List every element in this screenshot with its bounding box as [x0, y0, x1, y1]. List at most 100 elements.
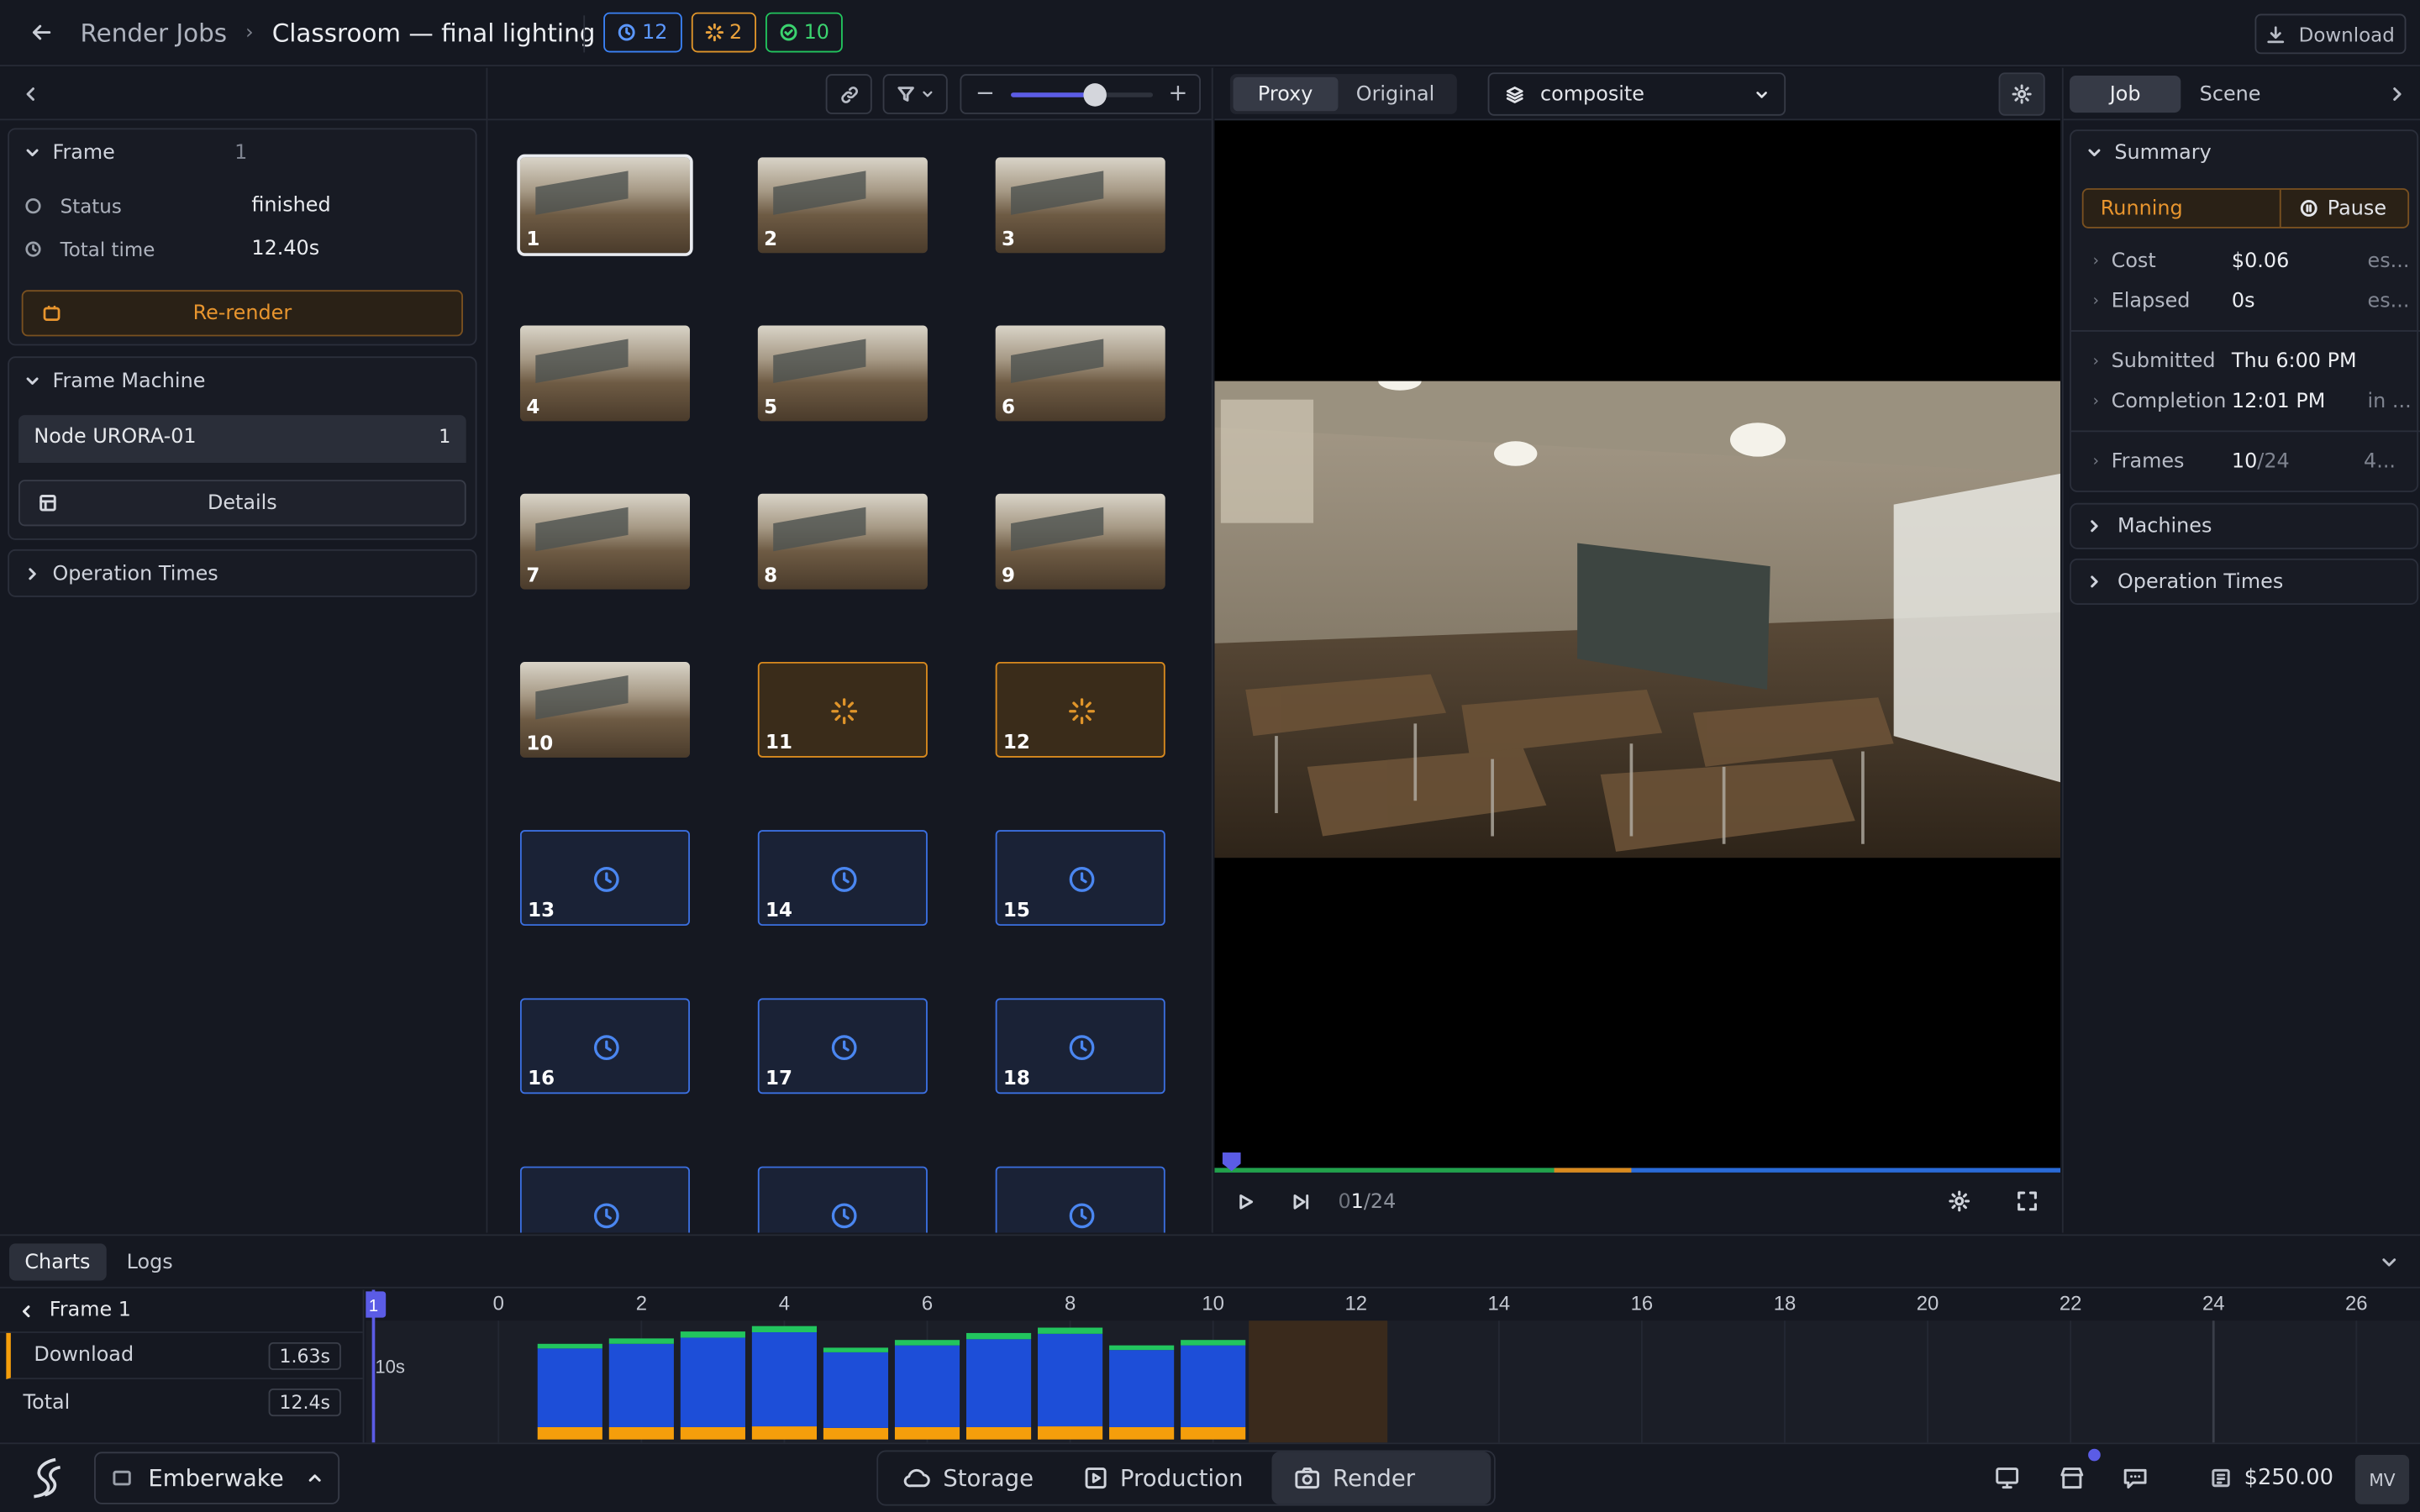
store-icon[interactable] — [2059, 1466, 2085, 1490]
tab-charts[interactable]: Charts — [9, 1243, 106, 1281]
node-count: 1 — [439, 425, 451, 448]
frame-thumbnail[interactable]: 4 — [519, 325, 691, 422]
tab-job[interactable]: Job — [2070, 75, 2181, 113]
collapse-panel-button[interactable] — [0, 68, 488, 121]
bar-segment — [537, 1343, 602, 1349]
tab-proxy[interactable]: Proxy — [1233, 76, 1338, 112]
frame-thumbnail[interactable]: 15 — [995, 830, 1165, 927]
monitor-icon[interactable] — [1994, 1466, 2020, 1490]
project-switcher[interactable]: Emberwake — [94, 1452, 340, 1504]
collapse-panel-icon[interactable] — [2380, 1252, 2398, 1271]
frame-thumbnail[interactable]: 13 — [519, 830, 691, 927]
frame-thumbnail[interactable] — [519, 1166, 691, 1233]
frame-thumbnail[interactable]: 3 — [995, 157, 1165, 254]
frame-thumbnail[interactable]: 6 — [995, 325, 1165, 422]
frame-thumbnail[interactable] — [995, 1166, 1165, 1233]
back-arrow-icon[interactable] — [24, 15, 58, 49]
fullscreen-icon[interactable] — [2016, 1189, 2039, 1213]
rerender-button[interactable]: Re-render — [21, 290, 464, 337]
elapsed-label: Elapsed — [2111, 289, 2191, 312]
chevron-right-icon — [2091, 575, 2098, 588]
frame-thumbnail[interactable]: 14 — [757, 830, 928, 927]
avatar[interactable]: MV — [2354, 1455, 2410, 1504]
bar-segment — [537, 1426, 602, 1440]
zoom-in-icon[interactable]: + — [1168, 79, 1187, 107]
playback-controls: 0 1 /24 — [1214, 1172, 2061, 1233]
clock-icon — [831, 1035, 857, 1061]
zoom-out-icon[interactable]: − — [976, 79, 995, 107]
frame-machine-header[interactable]: Frame Machine — [9, 358, 476, 404]
layers-icon — [1506, 86, 1523, 102]
frame-thumbnail[interactable] — [757, 1166, 928, 1233]
machines-section[interactable]: Machines — [2070, 502, 2419, 549]
running-badge[interactable]: 2 — [691, 12, 756, 53]
frame-thumbnail[interactable]: 17 — [757, 998, 928, 1095]
chat-icon[interactable] — [2123, 1466, 2149, 1490]
pause-button[interactable]: Pause — [2279, 189, 2386, 227]
operation-times-section[interactable]: Operation Times — [2070, 558, 2419, 605]
tab-logs[interactable]: Logs — [111, 1243, 188, 1280]
cost-row[interactable]: › Cost $0.06 es... — [2071, 241, 2420, 281]
frame-thumbnail[interactable]: 12 — [995, 661, 1165, 758]
operation-times-card[interactable]: Operation Times — [8, 549, 477, 597]
nav-storage[interactable]: Storage — [881, 1452, 1055, 1504]
rerender-icon — [43, 304, 60, 321]
frame-thumbnail[interactable]: 2 — [757, 157, 928, 254]
queued-badge[interactable]: 12 — [603, 12, 682, 53]
total-time-row: Total time 12.40s — [9, 227, 476, 270]
frame-card-header[interactable]: Frame 1 — [9, 129, 476, 176]
status-value: finished — [251, 193, 331, 218]
frames-done: 10 — [2231, 449, 2258, 473]
app-logo-icon[interactable] — [24, 1455, 65, 1501]
summary-header[interactable]: Summary — [2071, 131, 2417, 174]
tab-scene[interactable]: Scene — [2181, 76, 2280, 113]
frame-thumbnail[interactable]: 5 — [757, 325, 928, 422]
camera-icon — [1294, 1467, 1319, 1489]
play-icon[interactable] — [1236, 1193, 1255, 1211]
frame-thumbnail[interactable]: 7 — [519, 493, 691, 590]
node-row[interactable]: Node URORA-01 1 — [18, 415, 466, 459]
submitted-row[interactable]: › Submitted Thu 6:00 PM — [2071, 341, 2420, 381]
done-badge[interactable]: 10 — [765, 12, 844, 53]
frames-row[interactable]: › Frames 10 /24 4... — [2071, 441, 2420, 481]
zoom-slider-thumb[interactable] — [1083, 83, 1107, 107]
details-button[interactable]: Details — [18, 480, 466, 527]
nav-production-label: Production — [1119, 1464, 1244, 1493]
tab-original[interactable]: Original — [1338, 77, 1454, 111]
download-metric-row[interactable]: Download 1.63s — [6, 1332, 363, 1380]
link-button[interactable] — [825, 74, 872, 114]
completion-row[interactable]: › Completion 12:01 PM in ... — [2071, 381, 2420, 422]
breadcrumb-render-jobs[interactable]: Render Jobs — [81, 18, 228, 48]
gear-icon — [2012, 84, 2032, 104]
frame-card-title: Frame — [52, 141, 115, 165]
frame-thumbnail[interactable]: 18 — [995, 998, 1165, 1095]
right-tabs: Job Scene — [2063, 68, 2420, 121]
bar-segment — [894, 1426, 960, 1440]
frame-thumbnail[interactable]: 10 — [519, 661, 691, 758]
viewer-settings-button[interactable] — [1998, 72, 2045, 116]
summary-rows: › Cost $0.06 es... › Elapsed 0s es... › … — [2070, 241, 2420, 482]
balance[interactable]: $250.00 — [2210, 1452, 2333, 1504]
frame-selector[interactable]: Frame 1 — [0, 1290, 363, 1333]
x-tick-label: 2 — [636, 1292, 647, 1315]
download-metric-label: Download — [34, 1343, 134, 1368]
frame-thumbnail[interactable]: 11 — [757, 661, 928, 758]
download-button[interactable]: Download — [2254, 13, 2407, 55]
top-bar: Render Jobs › Classroom — final lighting… — [0, 0, 2420, 66]
chevron-right-icon — [2091, 520, 2098, 533]
filter-button[interactable] — [882, 74, 948, 114]
frame-thumbnail[interactable]: 9 — [995, 493, 1165, 590]
clock-icon — [1069, 867, 1095, 892]
playback-settings-icon[interactable] — [1948, 1189, 1971, 1213]
frame-thumbnail[interactable]: 16 — [519, 998, 691, 1095]
operation-times-header[interactable]: Operation Times — [9, 551, 476, 597]
frame-thumbnail[interactable]: 8 — [757, 493, 928, 590]
chevron-right-icon[interactable] — [2387, 85, 2406, 103]
frame-thumbnail[interactable]: 1 — [517, 154, 693, 256]
layer-select[interactable]: composite — [1487, 72, 1786, 116]
step-forward-icon[interactable] — [1292, 1193, 1310, 1211]
nav-production[interactable]: Production — [1061, 1452, 1265, 1504]
nav-render[interactable]: Render — [1270, 1452, 1491, 1504]
elapsed-row[interactable]: › Elapsed 0s es... — [2071, 281, 2420, 321]
zoom-slider[interactable] — [1011, 92, 1154, 97]
